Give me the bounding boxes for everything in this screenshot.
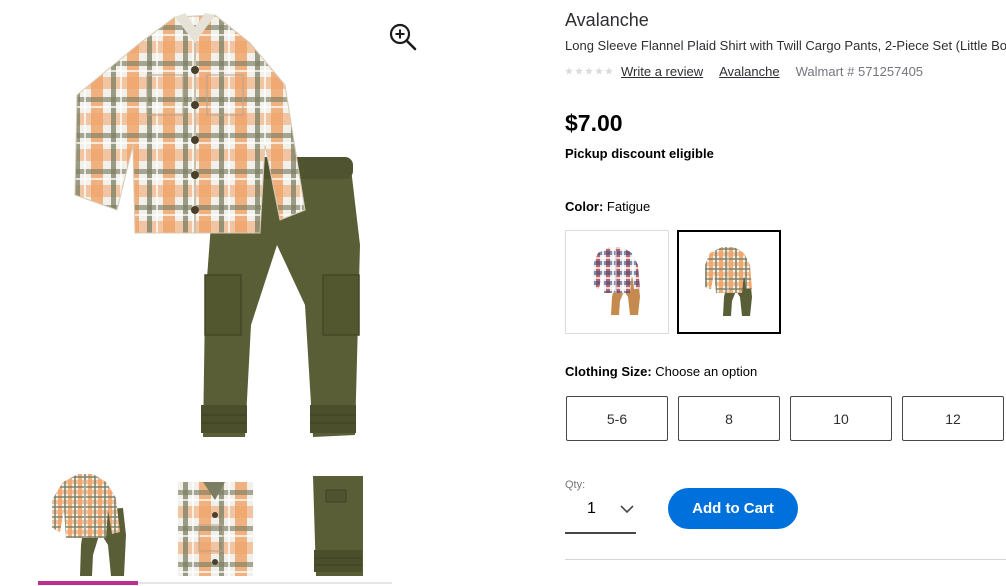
color-label-key: Color: bbox=[565, 199, 604, 214]
size-option-12[interactable]: 12 bbox=[902, 396, 1004, 441]
quantity-select[interactable]: 1 bbox=[565, 492, 636, 534]
star-icon bbox=[565, 67, 573, 75]
color-swatch-fatigue[interactable] bbox=[677, 230, 781, 334]
main-product-image[interactable] bbox=[55, 5, 405, 440]
quantity-value: 1 bbox=[587, 500, 596, 517]
color-label: Color: Fatigue bbox=[565, 199, 650, 214]
star-icon bbox=[595, 67, 603, 75]
add-to-cart-button[interactable]: Add to Cart bbox=[668, 488, 798, 529]
thumbnail-shirt-closeup[interactable] bbox=[163, 470, 263, 578]
size-selected-value: Choose an option bbox=[655, 364, 758, 379]
pickup-discount-note: Pickup discount eligible bbox=[565, 146, 714, 161]
size-option-10[interactable]: 10 bbox=[790, 396, 892, 441]
price: $7.00 bbox=[565, 110, 623, 136]
rating-stars bbox=[565, 67, 613, 75]
size-label: Clothing Size: Choose an option bbox=[565, 364, 757, 379]
product-title: Long Sleeve Flannel Plaid Shirt with Twi… bbox=[565, 38, 1006, 53]
size-option-5-6[interactable]: 5-6 bbox=[566, 396, 668, 441]
size-label-key: Clothing Size: bbox=[565, 364, 652, 379]
section-divider bbox=[565, 559, 1006, 560]
size-option-8[interactable]: 8 bbox=[678, 396, 780, 441]
thumbnail-pants-closeup[interactable] bbox=[288, 470, 388, 578]
write-review-link[interactable]: Write a review bbox=[621, 64, 703, 79]
chevron-down-icon bbox=[620, 505, 634, 514]
color-swatch-red-plaid[interactable] bbox=[565, 230, 669, 334]
product-meta-row: Write a review Avalanche Walmart # 57125… bbox=[565, 62, 923, 80]
star-icon bbox=[575, 67, 583, 75]
brand-name: Avalanche bbox=[565, 10, 649, 30]
thumbnail-track bbox=[138, 582, 392, 584]
brand-link[interactable]: Avalanche bbox=[719, 64, 779, 79]
quantity-label: Qty: bbox=[565, 479, 586, 491]
star-icon bbox=[585, 67, 593, 75]
active-thumbnail-indicator bbox=[38, 581, 138, 585]
zoom-in-icon[interactable] bbox=[388, 22, 418, 52]
color-selected-value: Fatigue bbox=[606, 199, 651, 214]
star-icon bbox=[605, 67, 613, 75]
walmart-number: Walmart # 571257405 bbox=[795, 63, 924, 79]
thumbnail-full-outfit[interactable] bbox=[38, 470, 138, 578]
